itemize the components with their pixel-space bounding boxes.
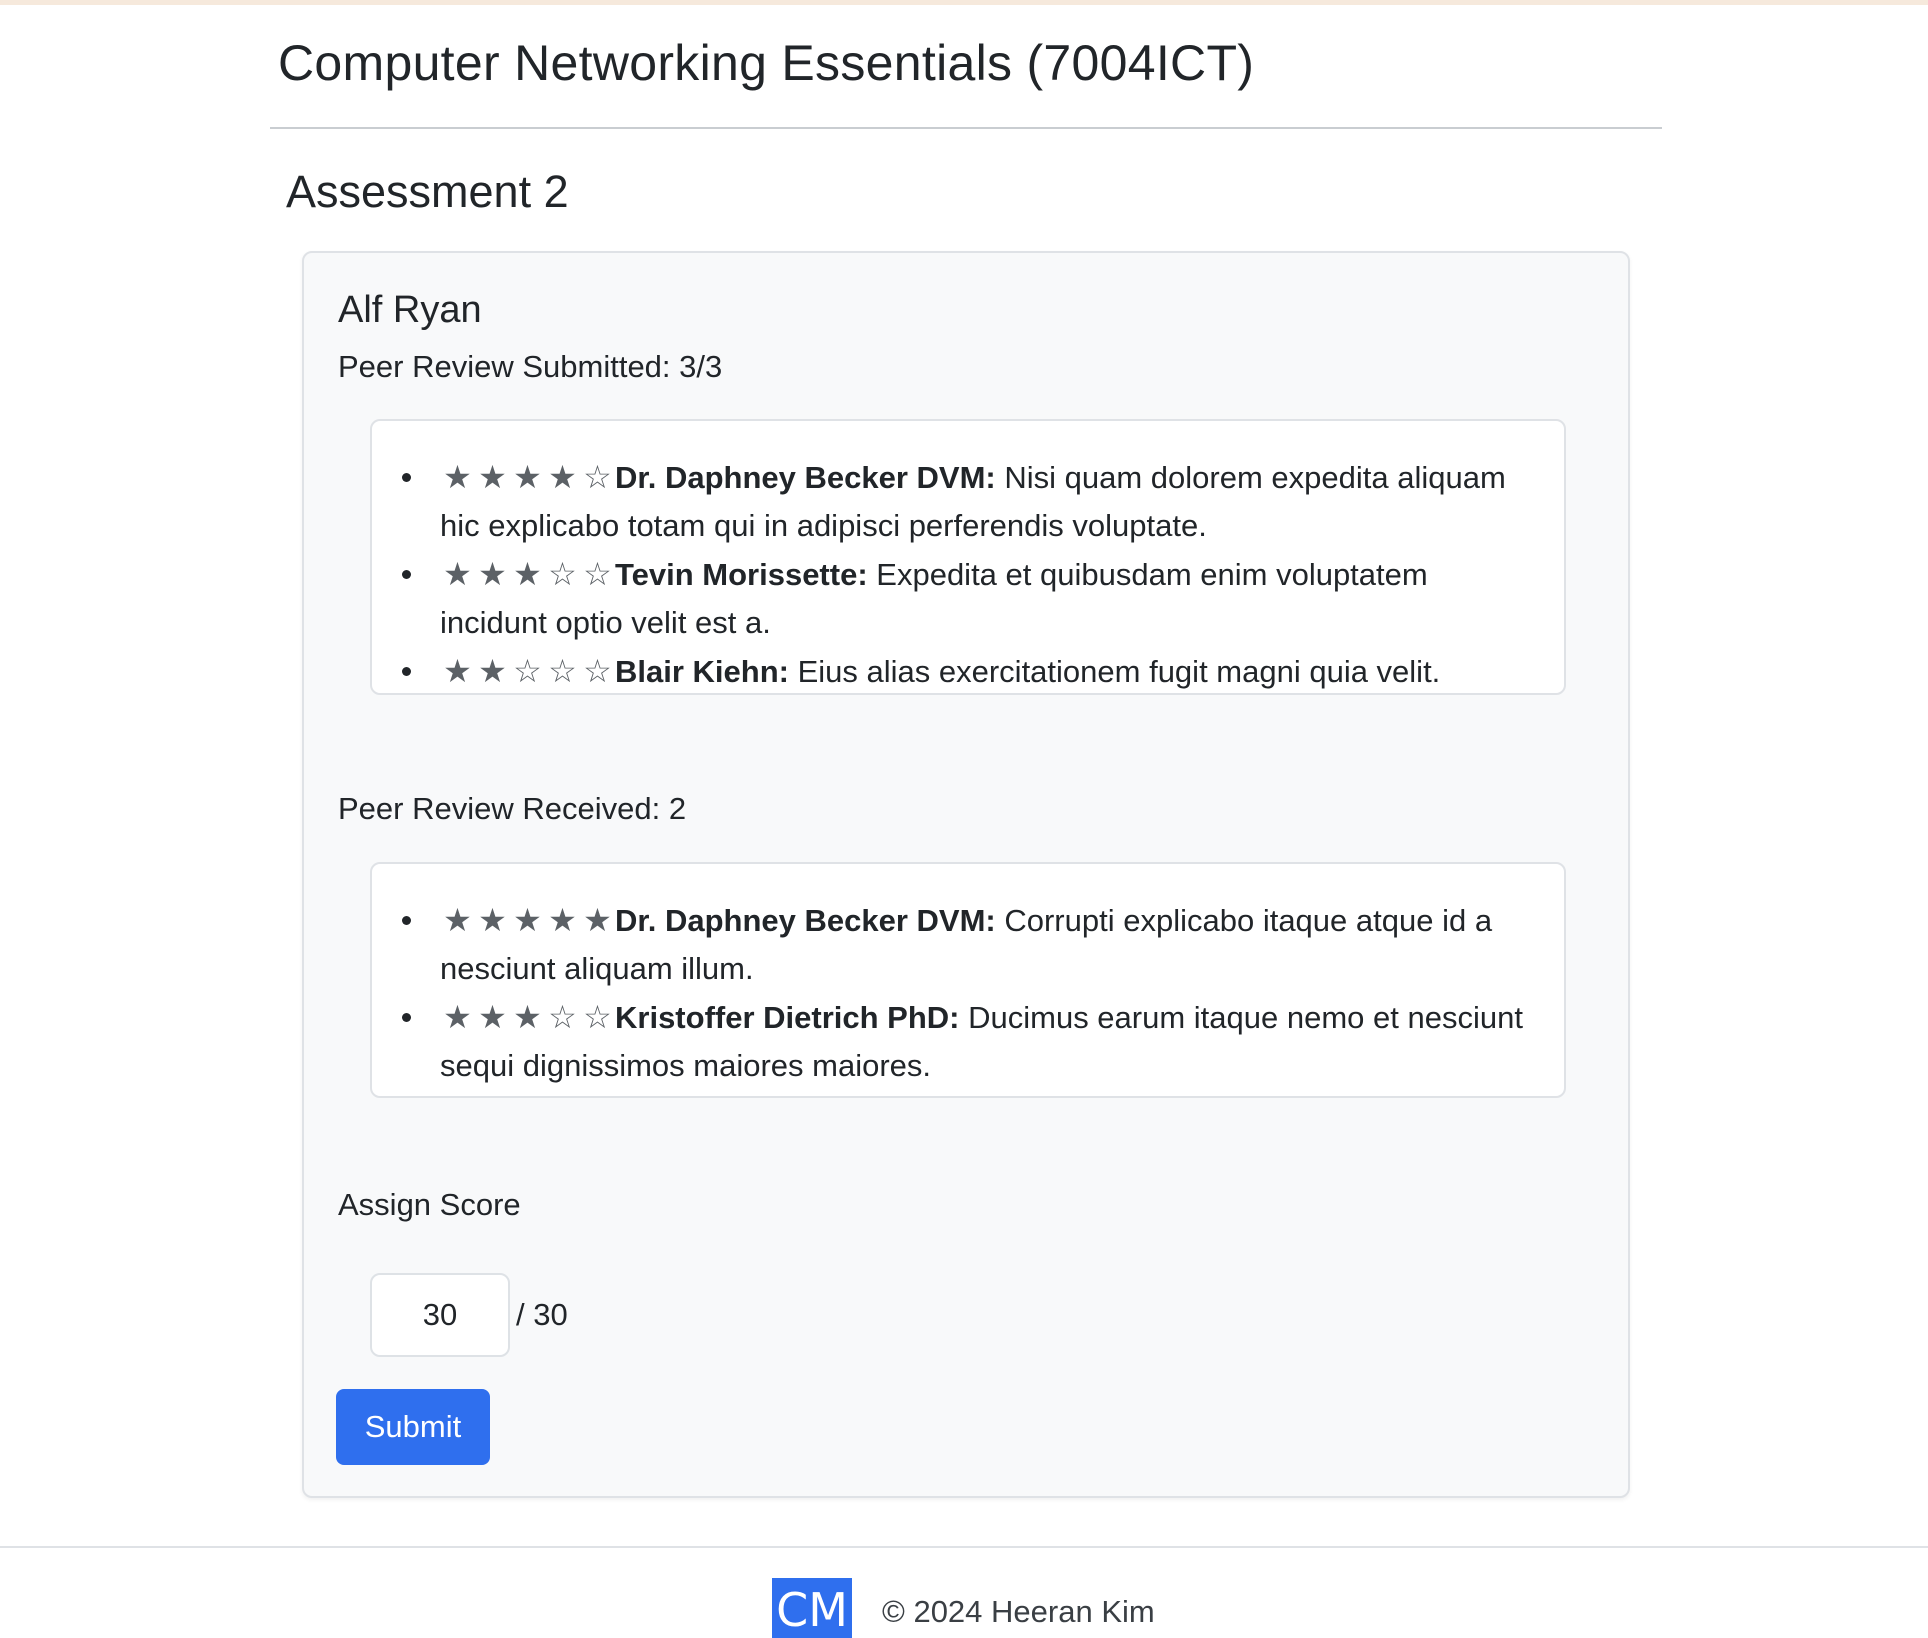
star-filled-icon: ★ <box>513 902 542 938</box>
review-item: ★ ★ ★ ☆ ☆ Kristoffer Dietrich PhD: Ducimus ea… <box>402 993 1524 1090</box>
review-item: ★ ★ ☆ ☆ ☆ Blair Kiehn: Eius alias exercitatio… <box>402 647 1524 696</box>
star-filled-icon: ★ <box>513 556 542 592</box>
submit-button[interactable]: Submit <box>336 1389 490 1465</box>
star-rating: ★ ★ ★ ★ ★ <box>440 902 615 938</box>
review-item: ★ ★ ★ ☆ ☆ Tevin Morissette: Expedita et quibu… <box>402 550 1524 647</box>
star-empty-icon: ☆ <box>548 556 577 592</box>
star-empty-icon: ☆ <box>548 999 577 1035</box>
star-rating: ★ ★ ★ ☆ ☆ <box>440 556 615 592</box>
star-rating: ★ ★ ★ ★ ☆ <box>440 459 615 495</box>
assign-score-label: Assign Score <box>338 1187 521 1222</box>
submitted-reviews-box: ★ ★ ★ ★ ☆ Dr. Daphney Becker DVM: Nisi quam d… <box>370 419 1566 695</box>
review-comment: Eius alias exercitationem fugit magni qu… <box>797 654 1441 689</box>
cm-logo: CM <box>772 1578 852 1638</box>
page-title: Computer Networking Essentials (7004ICT) <box>278 35 1255 91</box>
peer-review-received-label: Peer Review Received: 2 <box>338 791 687 826</box>
footer-divider <box>0 1546 1928 1548</box>
peer-review-submitted-label: Peer Review Submitted: 3/3 <box>338 349 723 384</box>
submitted-reviews-list: ★ ★ ★ ★ ☆ Dr. Daphney Becker DVM: Nisi quam d… <box>402 453 1524 696</box>
received-reviews-list: ★ ★ ★ ★ ★ Dr. Daphney Becker DVM: Corrupti ex… <box>402 896 1524 1090</box>
star-rating: ★ ★ ★ ☆ ☆ <box>440 999 615 1035</box>
received-reviews-box: ★ ★ ★ ★ ★ Dr. Daphney Becker DVM: Corrupti ex… <box>370 862 1566 1098</box>
star-filled-icon: ★ <box>478 902 507 938</box>
reviewer-name: Kristoffer Dietrich PhD: <box>615 1000 960 1035</box>
star-empty-icon: ☆ <box>583 556 612 592</box>
review-item: ★ ★ ★ ★ ☆ Dr. Daphney Becker DVM: Nisi quam d… <box>402 453 1524 550</box>
title-divider <box>270 127 1662 129</box>
star-filled-icon: ★ <box>478 653 507 689</box>
star-filled-icon: ★ <box>583 902 612 938</box>
star-filled-icon: ★ <box>548 459 577 495</box>
star-filled-icon: ★ <box>478 999 507 1035</box>
score-max: / 30 <box>516 1297 568 1332</box>
star-empty-icon: ☆ <box>583 459 612 495</box>
star-filled-icon: ★ <box>478 459 507 495</box>
star-filled-icon: ★ <box>513 999 542 1035</box>
star-filled-icon: ★ <box>443 653 472 689</box>
star-filled-icon: ★ <box>443 999 472 1035</box>
star-filled-icon: ★ <box>513 459 542 495</box>
star-empty-icon: ☆ <box>583 653 612 689</box>
star-empty-icon: ☆ <box>513 653 542 689</box>
star-empty-icon: ☆ <box>583 999 612 1035</box>
star-filled-icon: ★ <box>443 556 472 592</box>
star-filled-icon: ★ <box>443 459 472 495</box>
student-name: Alf Ryan <box>338 289 482 331</box>
reviewer-name: Dr. Daphney Becker DVM: <box>615 903 996 938</box>
star-filled-icon: ★ <box>548 902 577 938</box>
reviewer-name: Dr. Daphney Becker DVM: <box>615 460 996 495</box>
star-rating: ★ ★ ☆ ☆ ☆ <box>440 653 615 689</box>
reviewer-name: Tevin Morissette: <box>615 557 868 592</box>
review-item: ★ ★ ★ ★ ★ Dr. Daphney Becker DVM: Corrupti ex… <box>402 896 1524 993</box>
star-empty-icon: ☆ <box>548 653 577 689</box>
top-border <box>0 0 1928 5</box>
score-input[interactable] <box>370 1273 510 1357</box>
star-filled-icon: ★ <box>443 902 472 938</box>
copyright: © 2024 Heeran Kim <box>882 1594 1155 1629</box>
reviewer-name: Blair Kiehn: <box>615 654 789 689</box>
assessment-title: Assessment 2 <box>286 166 569 217</box>
star-filled-icon: ★ <box>478 556 507 592</box>
student-card: Alf Ryan Peer Review Submitted: 3/3 ★ ★ ★ ★… <box>302 251 1630 1498</box>
